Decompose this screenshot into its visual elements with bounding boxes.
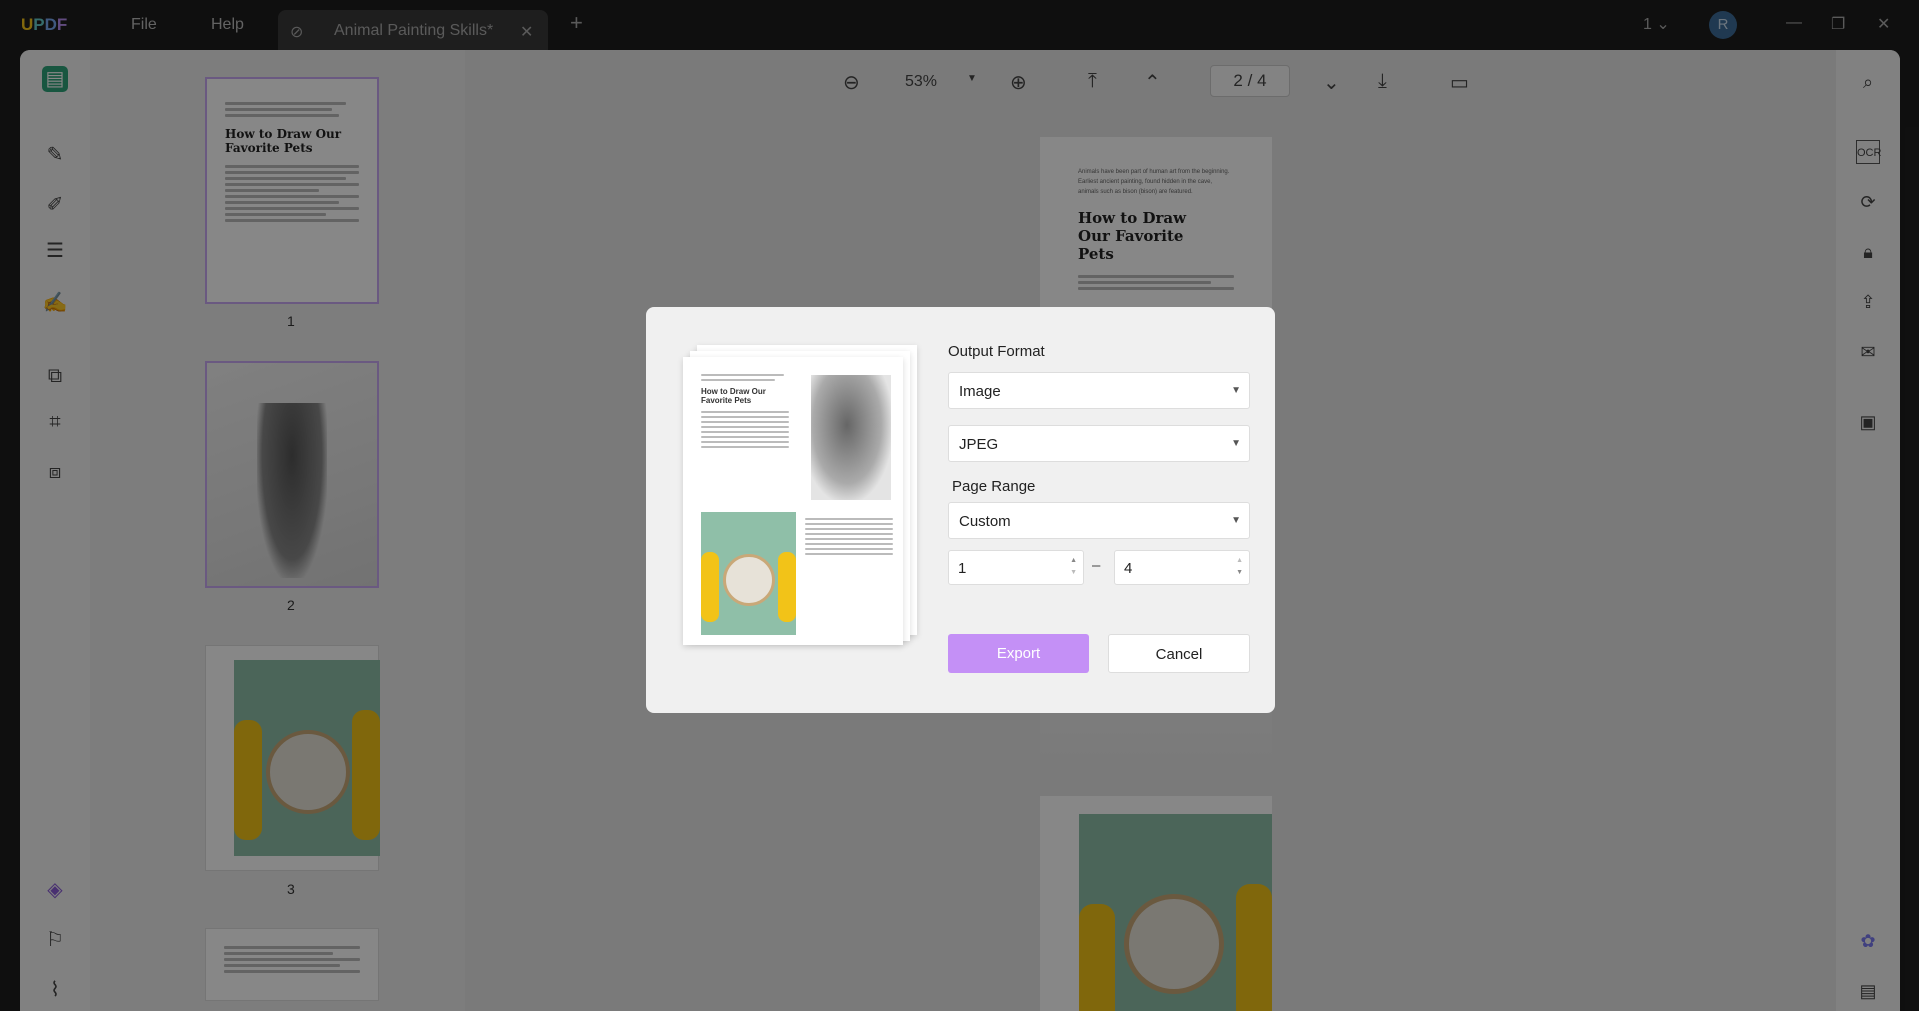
preview-title: How to Draw Our Favorite Pets [701,387,766,405]
page-range-select[interactable]: Custom ▼ [948,502,1250,539]
dropdown-arrow-icon: ▼ [1231,438,1241,449]
decrement-icon[interactable]: ▼ [1236,569,1243,576]
dropdown-arrow-icon: ▼ [1231,385,1241,396]
dog-sketch-image [811,375,891,500]
increment-icon[interactable]: ▲ [1070,557,1077,564]
embroidery-photo [701,512,796,635]
increment-icon[interactable]: ▲ [1236,557,1243,564]
range-from-input[interactable]: 1 ▲ ▼ [948,550,1084,585]
export-dialog: How to Draw Our Favorite Pets Output For… [646,307,1275,713]
image-type-select[interactable]: JPEG ▼ [948,425,1250,462]
export-button[interactable]: Export [948,634,1089,673]
cancel-button[interactable]: Cancel [1108,634,1250,673]
page-range-label: Page Range [952,478,1036,495]
decrement-icon[interactable]: ▼ [1070,569,1077,576]
range-separator: – [1092,557,1101,574]
output-format-label: Output Format [948,343,1045,360]
dropdown-arrow-icon: ▼ [1231,515,1241,526]
export-preview: How to Draw Our Favorite Pets [683,345,918,645]
output-format-select[interactable]: Image ▼ [948,372,1250,409]
range-to-input[interactable]: 4 ▲ ▼ [1114,550,1250,585]
